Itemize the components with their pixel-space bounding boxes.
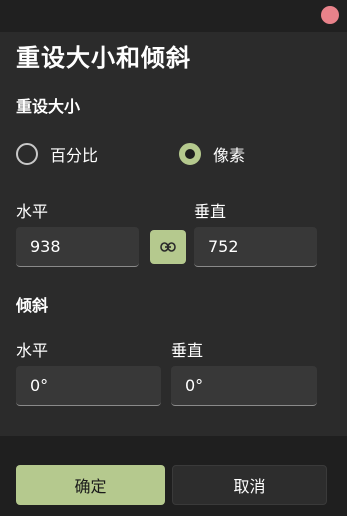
skew-vertical-label: 垂直 <box>171 341 204 360</box>
skew-horizontal-input[interactable]: 0° <box>16 366 161 406</box>
resize-vertical-label: 垂直 <box>194 202 227 221</box>
radio-pixels[interactable]: 像素 <box>179 140 245 168</box>
dialog-title: 重设大小和倾斜 <box>16 44 191 72</box>
ok-button[interactable]: 确定 <box>16 465 165 505</box>
cancel-button[interactable]: 取消 <box>172 465 327 505</box>
skew-horizontal-label: 水平 <box>16 341 49 360</box>
skew-vertical-input[interactable]: 0° <box>171 366 317 406</box>
radio-percent-label: 百分比 <box>50 146 99 165</box>
link-icon <box>160 242 176 252</box>
resize-mode-radio-group: 百分比 像素 <box>16 140 336 168</box>
radio-percent-indicator <box>16 143 38 165</box>
aspect-ratio-lock-button[interactable] <box>150 230 186 264</box>
resize-skew-dialog: 重设大小和倾斜 重设大小 百分比 像素 水平 垂直 938 752 倾斜 水平 … <box>0 0 347 516</box>
radio-percent[interactable]: 百分比 <box>16 140 98 168</box>
radio-pixels-label: 像素 <box>213 146 246 165</box>
close-icon[interactable] <box>321 6 339 24</box>
title-bar <box>0 0 347 32</box>
resize-horizontal-input[interactable]: 938 <box>16 227 139 267</box>
skew-section-title: 倾斜 <box>16 296 49 315</box>
resize-section-title: 重设大小 <box>16 97 81 116</box>
radio-pixels-indicator <box>179 143 201 165</box>
resize-horizontal-label: 水平 <box>16 202 49 221</box>
resize-vertical-input[interactable]: 752 <box>194 227 317 267</box>
